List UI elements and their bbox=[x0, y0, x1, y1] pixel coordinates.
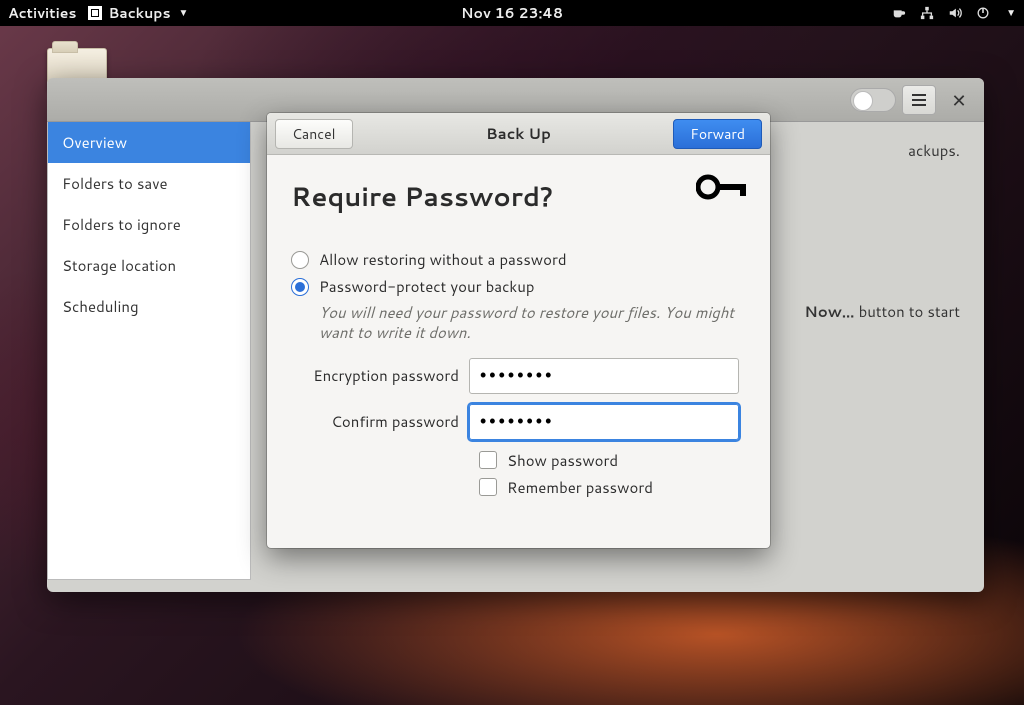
app-name: Backups bbox=[108, 3, 170, 23]
dialog-headerbar: Cancel Back Up Forward bbox=[267, 113, 770, 155]
gnome-topbar: Activities Backups ▼ Nov 16 23:48 ▼ bbox=[0, 0, 1024, 26]
encryption-password-label: Encryption password bbox=[291, 365, 469, 386]
chevron-down-icon: ▼ bbox=[179, 6, 189, 20]
radio-icon-selected bbox=[291, 278, 309, 296]
radio-allow-restore[interactable]: Allow restoring without a password bbox=[291, 249, 746, 270]
checkbox-icon bbox=[479, 451, 497, 469]
radio-label: Password-protect your backup bbox=[319, 276, 535, 297]
app-menu[interactable]: Backups ▼ bbox=[88, 3, 188, 23]
settings-sidebar: Overview Folders to save Folders to igno… bbox=[47, 122, 251, 580]
sidebar-item-folders-ignore[interactable]: Folders to ignore bbox=[48, 204, 250, 245]
sidebar-item-scheduling[interactable]: Scheduling bbox=[48, 286, 250, 327]
checkbox-label: Remember password bbox=[507, 477, 653, 498]
confirm-password-label: Confirm password bbox=[291, 411, 469, 432]
cancel-button[interactable]: Cancel bbox=[275, 119, 353, 149]
backup-dialog: Cancel Back Up Forward Require Password?… bbox=[267, 113, 770, 548]
close-button[interactable]: ✕ bbox=[942, 85, 976, 115]
activities-button[interactable]: Activities bbox=[8, 3, 76, 23]
bg-text-1: ackups. bbox=[908, 140, 960, 161]
remember-password-checkbox[interactable]: Remember password bbox=[479, 477, 746, 498]
volume-icon[interactable] bbox=[948, 6, 962, 20]
auto-backup-switch[interactable] bbox=[850, 88, 896, 112]
bg-text-2b: button to start bbox=[855, 301, 960, 322]
bg-text-2a: Now… bbox=[804, 301, 854, 322]
network-icon[interactable] bbox=[920, 6, 934, 20]
clock[interactable]: Nov 16 23:48 bbox=[461, 3, 563, 23]
radio-password-protect[interactable]: Password-protect your backup bbox=[291, 276, 746, 297]
dialog-title: Back Up bbox=[486, 123, 551, 144]
sidebar-item-storage[interactable]: Storage location bbox=[48, 245, 250, 286]
radio-icon bbox=[291, 251, 309, 269]
app-icon bbox=[88, 6, 102, 20]
dialog-heading: Require Password? bbox=[291, 179, 746, 215]
power-icon[interactable] bbox=[976, 6, 990, 20]
key-icon bbox=[696, 173, 748, 207]
password-note: You will need your password to restore y… bbox=[319, 303, 746, 344]
confirm-password-input[interactable] bbox=[469, 404, 739, 440]
radio-label: Allow restoring without a password bbox=[319, 249, 567, 270]
sidebar-item-overview[interactable]: Overview bbox=[48, 122, 250, 163]
encryption-password-input[interactable] bbox=[469, 358, 739, 394]
sidebar-item-folders-save[interactable]: Folders to save bbox=[48, 163, 250, 204]
hamburger-menu-button[interactable] bbox=[902, 85, 936, 115]
system-menu-chevron-icon[interactable]: ▼ bbox=[1006, 6, 1016, 20]
forward-button[interactable]: Forward bbox=[673, 119, 762, 149]
show-password-checkbox[interactable]: Show password bbox=[479, 450, 746, 471]
coffee-icon[interactable] bbox=[892, 6, 906, 20]
checkbox-icon bbox=[479, 478, 497, 496]
checkbox-label: Show password bbox=[507, 450, 618, 471]
